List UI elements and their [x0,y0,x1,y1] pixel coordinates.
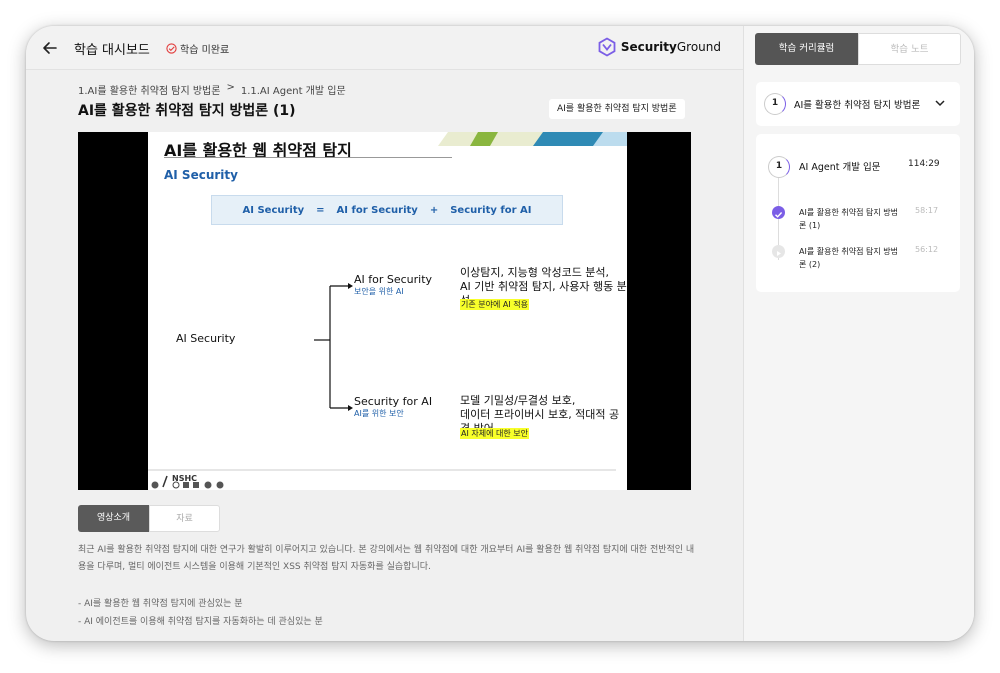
branch-name: Security for AI [354,395,433,408]
intro-bullet: - AI 에이전트를 이용해 취약점 탐지를 자동화하는 데 관심있는 분 [78,617,323,627]
lesson-item[interactable]: AI를 활용한 취약점 탐지 방법론 (2) 56:12 [772,243,952,273]
lecture-title: AI를 활용한 취약점 탐지 방법론 (1) [78,103,296,119]
section-number-badge: 1 [768,156,790,178]
sidebar: 학습 커리큘럼 학습 노트 1 AI를 활용한 취약점 탐지 방법론 1 AI … [743,26,974,641]
equation-term: AI Security [242,204,305,216]
completion-status: 학습 미완료 [166,41,229,56]
breadcrumb-item[interactable]: 1.AI를 활용한 취약점 탐지 방법론 [78,82,220,97]
intro-paragraph: 최근 AI를 활용한 취약점 탐지에 대한 연구가 활발히 이루어지고 있습니다… [78,545,695,572]
chapter-number-badge: 1 [764,93,786,115]
slide-title-rule [164,157,452,158]
nshc-logo: NSHC [172,474,198,483]
branch-desc-line: 모델 기밀성/무결성 보호, [460,394,576,407]
control-pen-icon [162,475,168,488]
branch-name: AI for Security [354,273,433,286]
branch-sub: AI를 위한 보안 [354,409,404,418]
tab-intro[interactable]: 영상소개 [78,505,149,532]
section-card: 1 AI Agent 개발 입문 114:29 AI를 활용한 취약점 탐지 방… [756,134,960,292]
chapter-selector[interactable]: 1 AI를 활용한 취약점 탐지 방법론 [756,82,960,126]
diagram-branch-security-for-ai: Security for AI AI를 위한 보안 [354,395,432,419]
lecture-slide: AI를 활용한 웹 취약점 탐지 AI Security AI Security… [148,132,627,490]
diagram-branch-ai-for-security: AI for Security 보안을 위한 AI [354,273,432,297]
control-more-icon [204,481,212,489]
branch-highlight: AI 자체에 대한 보안 [460,428,529,439]
breadcrumb-separator: > [226,82,235,93]
slide-subtitle: AI Security [164,168,238,182]
equation-term: Security for AI [450,204,532,216]
tab-materials[interactable]: 자료 [149,505,220,532]
equation-operator: = [316,204,325,216]
chapter-title: AI를 활용한 취약점 탐지 방법론 [794,100,921,111]
video-player[interactable]: AI를 활용한 웹 취약점 탐지 AI Security AI Security… [78,132,691,490]
status-label: 학습 미완료 [180,45,230,56]
intro-bullet: - AI를 활용한 웹 취약점 탐지에 관심있는 분 [78,599,243,609]
equation-term: AI for Security [336,204,418,216]
status-check-icon [166,43,177,54]
control-next-icon [216,481,224,489]
section-title[interactable]: AI Agent 개발 입문 [799,159,880,173]
tab-curriculum[interactable]: 학습 커리큘럼 [755,33,858,65]
lecture-tag: AI를 활용한 취약점 탐지 방법론 [549,99,685,119]
branch-sub: 보안을 위한 AI [354,287,404,296]
control-prev-icon [151,481,159,489]
breadcrumb: 1.AI를 활용한 취약점 탐지 방법론 > 1.1.AI Agent 개발 입… [78,82,346,97]
sidebar-tabs: 학습 커리큘럼 학습 노트 [755,33,961,65]
breadcrumb-item[interactable]: 1.1.AI Agent 개발 입문 [241,82,346,97]
lesson-title: AI를 활용한 취약점 탐지 방법론 (2) [799,247,898,269]
brand-name-bold: Security [620,40,677,54]
page-heading: 학습 대시보드 [74,43,150,58]
content-tabs: 영상소개 자료 [78,505,220,532]
top-bar: 학습 대시보드 학습 미완료 SecurityGround [26,26,743,70]
back-arrow-icon[interactable] [40,38,60,58]
lesson-duration: 58:17 [915,206,939,215]
slide-equation: AI Security = AI for Security + Security… [211,195,563,225]
lesson-duration: 56:12 [915,245,939,254]
branch-desc-line: 이상탐지, 지능형 악성코드 분석, [460,266,610,279]
slide-graphics [148,132,627,471]
lesson-title: AI를 활용한 취약점 탐지 방법론 (1) [799,208,898,230]
securityground-logo-icon [598,37,616,57]
brand-logo[interactable]: SecurityGround [597,37,721,57]
branch-highlight: 기존 분야에 AI 적용 [460,299,529,310]
brand-name-light: Ground [676,40,721,54]
lesson-complete-icon [772,206,785,219]
app-window: 학습 대시보드 학습 미완료 SecurityGround 1.AI를 활용한 … [26,26,974,641]
tab-notes[interactable]: 학습 노트 [858,33,961,65]
diagram-root: AI Security [176,332,236,345]
lesson-item[interactable]: AI를 활용한 취약점 탐지 방법론 (1) 58:17 [772,204,952,234]
lesson-play-icon [772,245,785,258]
chevron-down-icon [935,100,945,107]
section-duration: 114:29 [908,159,940,169]
equation-operator: + [429,204,439,216]
